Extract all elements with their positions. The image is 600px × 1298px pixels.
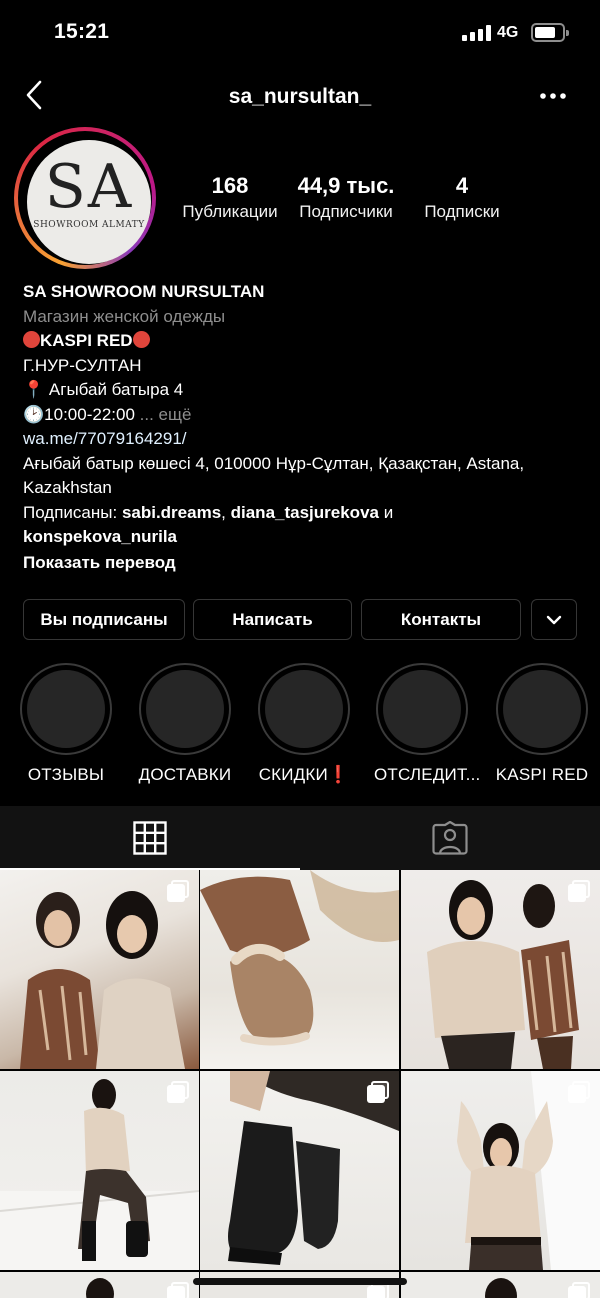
post-image — [200, 870, 399, 1046]
carousel-icon — [568, 1081, 590, 1103]
show-translation-link[interactable]: Показать перевод — [23, 551, 583, 576]
highlight-label: ОТЗЫВЫ — [27, 765, 105, 784]
highlight-reviews[interactable]: ОТЗЫВЫ — [18, 663, 114, 785]
stat-posts[interactable]: 168 Публикации — [177, 172, 283, 223]
status-time: 15:21 — [54, 20, 110, 43]
chevron-down-icon — [546, 615, 562, 624]
post-thumbnail[interactable] — [401, 870, 600, 1069]
highlight-kaspi-red[interactable]: KASPI RED — [494, 663, 590, 785]
post-thumbnail[interactable] — [0, 1071, 199, 1270]
avatar[interactable]: SA SHOWROOM ALMATY — [27, 140, 151, 264]
stat-followers-label: Подписчики — [299, 202, 393, 221]
highlight-tracking[interactable]: ОТСЛЕДИТ... — [374, 663, 481, 785]
bio-line-city: Г.НУР-СУЛТАН — [23, 355, 142, 375]
pin-icon: 📍 — [23, 380, 45, 399]
highlight-label: ОТСЛЕДИТ... — [374, 765, 481, 784]
stop-sign-icon — [132, 331, 150, 348]
post-thumbnail[interactable] — [200, 1272, 399, 1298]
stat-posts-label: Публикации — [182, 202, 278, 221]
story-ring[interactable]: SA SHOWROOM ALMATY — [14, 127, 156, 269]
highlight-label: ДОСТАВКИ — [138, 765, 232, 784]
battery-icon — [531, 23, 569, 42]
followed-by[interactable]: Подписаны: sabi.dreams, diana_tasjurekov… — [23, 501, 583, 550]
stat-following[interactable]: 4 Подписки — [414, 172, 510, 223]
post-thumbnail[interactable] — [401, 1071, 600, 1270]
message-button[interactable]: Написать — [193, 599, 352, 640]
profile-name: SA SHOWROOM NURSULTAN — [23, 282, 265, 301]
stat-following-label: Подписки — [424, 202, 500, 221]
post-thumbnail[interactable] — [200, 1071, 399, 1270]
highlight-label: KASPI RED — [495, 765, 589, 784]
avatar-subtext: SHOWROOM ALMATY — [33, 220, 145, 230]
carousel-icon — [167, 880, 189, 902]
stop-sign-icon — [23, 331, 40, 348]
carousel-icon — [568, 1282, 590, 1298]
tab-tagged[interactable] — [300, 806, 600, 868]
stat-following-value: 4 — [455, 173, 469, 198]
highlight-discounts[interactable]: СКИДКИ❗ — [256, 663, 352, 785]
profile-header: sa_nursultan_ — [0, 66, 600, 126]
bio-location[interactable]: Ағыбай батыр көшесі 4, 010000 Нұр-Сұлтан… — [23, 452, 583, 501]
profile-category: Магазин женской одежды — [23, 306, 226, 326]
username-title: sa_nursultan_ — [228, 85, 372, 108]
highlight-delivery[interactable]: ДОСТАВКИ — [137, 663, 233, 785]
post-thumbnail[interactable] — [0, 870, 199, 1069]
bio-website-link[interactable]: wa.me/77079164291/ — [23, 427, 583, 452]
following-button[interactable]: Вы подписаны — [23, 599, 185, 640]
home-indicator[interactable] — [193, 1278, 407, 1285]
profile-bio: SA SHOWROOM NURSULTAN Магазин женской од… — [23, 280, 583, 575]
post-thumbnail[interactable] — [401, 1272, 600, 1298]
stat-followers[interactable]: 44,9 тыс. Подписчики — [292, 172, 400, 223]
bio-more-link[interactable]: ... ещё — [140, 405, 192, 424]
contacts-button[interactable]: Контакты — [361, 599, 521, 640]
network-label: 4G — [497, 24, 519, 41]
tab-posts-grid[interactable] — [0, 806, 300, 868]
bio-line-kaspi: KASPI RED — [23, 329, 583, 354]
carousel-icon — [568, 880, 590, 902]
grid-icon — [133, 821, 167, 855]
stat-followers-value: 44,9 тыс. — [297, 173, 395, 198]
ellipsis-icon[interactable] — [538, 82, 568, 110]
post-thumbnail[interactable] — [200, 870, 399, 1069]
suggested-toggle-button[interactable] — [531, 599, 577, 640]
carousel-icon — [367, 1081, 389, 1103]
avatar-monogram: SA — [44, 152, 134, 222]
signal-icon — [462, 25, 492, 41]
status-bar: 15:21 4G — [0, 0, 600, 66]
post-thumbnail[interactable] — [0, 1272, 199, 1298]
bio-line-hours: 🕑10:00-22:00 ... ещё — [23, 404, 192, 424]
carousel-icon — [167, 1282, 189, 1298]
tagged-person-icon — [432, 821, 468, 855]
profile-tabs — [0, 806, 600, 870]
clock-icon: 🕑 — [23, 404, 45, 424]
carousel-icon — [167, 1081, 189, 1103]
bio-line-address: 📍 Агыбай батыра 4 — [23, 380, 184, 399]
highlight-label: СКИДКИ❗ — [258, 765, 350, 784]
stat-posts-value: 168 — [211, 173, 249, 198]
